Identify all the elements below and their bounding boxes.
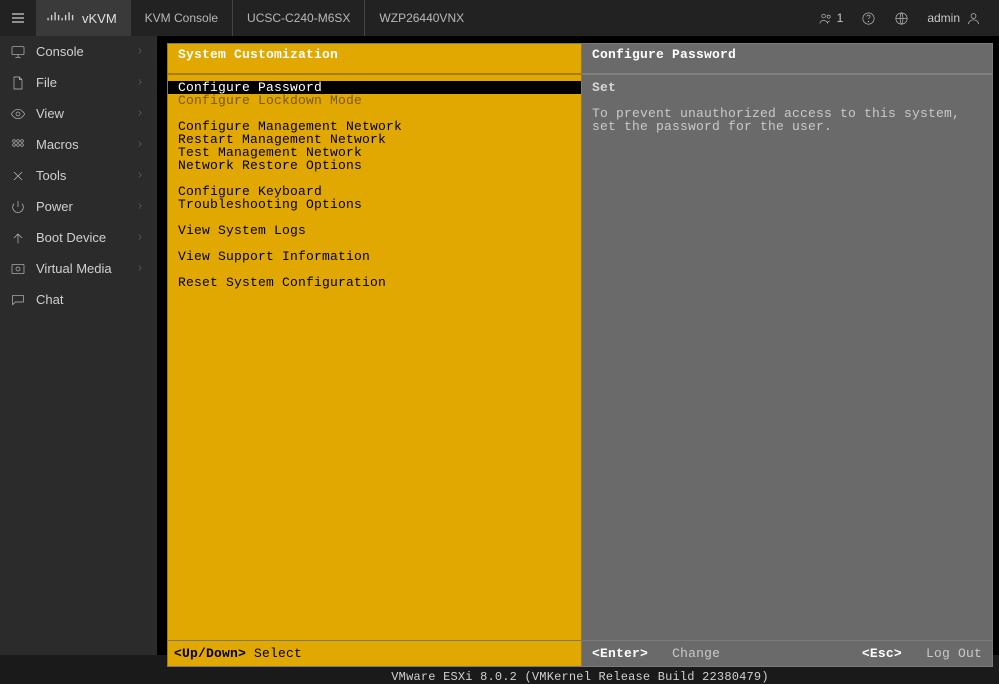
- chevron-right-icon: [135, 199, 145, 214]
- dcui-menu-item[interactable]: Network Restore Options: [168, 159, 581, 172]
- tools-icon: [10, 168, 26, 184]
- menu-toggle-button[interactable]: [0, 0, 36, 36]
- connected-users-button[interactable]: 1: [818, 11, 844, 26]
- breadcrumb-item[interactable]: WZP26440VNX: [365, 0, 478, 36]
- help-icon: [861, 11, 876, 26]
- sidebar-item-chat[interactable]: Chat: [0, 284, 157, 315]
- chat-icon: [10, 292, 26, 308]
- dcui-statusbar: VMware ESXi 8.0.2 (VMKernel Release Buil…: [167, 667, 993, 684]
- dcui-left-pane: System Customization Configure PasswordC…: [167, 43, 581, 641]
- sidebar-item-macros[interactable]: Macros: [0, 129, 157, 160]
- grid-icon: [10, 137, 26, 153]
- dcui-menu-item[interactable]: View System Logs: [168, 224, 581, 237]
- sidebar-item-tools[interactable]: Tools: [0, 160, 157, 191]
- sidebar-item-label: Macros: [36, 137, 79, 152]
- chevron-right-icon: [135, 230, 145, 245]
- header-bar: vKVM KVM Console UCSC-C240-M6SX WZP26440…: [0, 0, 999, 36]
- product-name: vKVM: [82, 11, 117, 26]
- help-button[interactable]: [861, 11, 876, 26]
- sidebar-item-console[interactable]: Console: [0, 36, 157, 67]
- sidebar-item-label: Boot Device: [36, 230, 106, 245]
- dcui-footer-left: <Up/Down> Select: [167, 641, 581, 667]
- breadcrumb: KVM Console UCSC-C240-M6SX WZP26440VNX: [131, 0, 478, 36]
- disc-icon: [10, 261, 26, 277]
- sidebar-item-power[interactable]: Power: [0, 191, 157, 222]
- key-esc-label: Log Out: [926, 646, 982, 661]
- dcui-screen: System Customization Configure PasswordC…: [167, 43, 993, 683]
- user-icon: [966, 11, 981, 26]
- arrow-up-icon: [10, 230, 26, 246]
- dcui-left-title: System Customization: [168, 44, 581, 75]
- sidebar-item-virtual-media[interactable]: Virtual Media: [0, 253, 157, 284]
- user-menu[interactable]: admin: [927, 11, 981, 26]
- chevron-right-icon: [135, 168, 145, 183]
- sidebar-item-boot-device[interactable]: Boot Device: [0, 222, 157, 253]
- dcui-menu-item[interactable]: Configure Lockdown Mode: [168, 94, 581, 107]
- sidebar-item-label: Power: [36, 199, 73, 214]
- file-icon: [10, 75, 26, 91]
- chevron-right-icon: [135, 106, 145, 121]
- header-right: 1 admin: [818, 0, 999, 36]
- sidebar-item-label: Chat: [36, 292, 63, 307]
- hamburger-icon: [10, 10, 26, 26]
- users-count: 1: [837, 11, 844, 25]
- kvm-console-viewport[interactable]: System Customization Configure PasswordC…: [157, 36, 999, 655]
- breadcrumb-item[interactable]: KVM Console: [131, 0, 233, 36]
- brand-block: vKVM: [36, 0, 131, 36]
- key-updown-label: Select: [254, 647, 302, 660]
- chevron-right-icon: [135, 137, 145, 152]
- dcui-menu-item[interactable]: Troubleshooting Options: [168, 198, 581, 211]
- sidebar-item-label: Console: [36, 44, 84, 59]
- sidebar-item-file[interactable]: File: [0, 67, 157, 98]
- dcui-footer-right: <Enter> Change <Esc> Log Out: [581, 641, 993, 667]
- sidebar-item-view[interactable]: View: [0, 98, 157, 129]
- power-icon: [10, 199, 26, 215]
- key-enter: <Enter>: [592, 646, 648, 661]
- chevron-right-icon: [135, 261, 145, 276]
- language-button[interactable]: [894, 11, 909, 26]
- sidebar-item-label: Virtual Media: [36, 261, 112, 276]
- key-enter-label: Change: [672, 646, 720, 661]
- monitor-icon: [10, 44, 26, 60]
- users-icon: [818, 11, 833, 26]
- key-updown: <Up/Down>: [174, 647, 246, 660]
- sidebar: Console File View Macros Tools: [0, 36, 157, 655]
- dcui-right-description: To prevent unauthorized access to this s…: [592, 107, 982, 133]
- dcui-right-pane: Configure Password Set To prevent unauth…: [581, 43, 993, 641]
- breadcrumb-item[interactable]: UCSC-C240-M6SX: [233, 0, 365, 36]
- key-esc: <Esc>: [862, 646, 902, 661]
- dcui-menu-item[interactable]: Reset System Configuration: [168, 276, 581, 289]
- chevron-right-icon: [135, 44, 145, 59]
- sidebar-item-label: Tools: [36, 168, 66, 183]
- dcui-footer: <Up/Down> Select <Enter> Change <Esc> Lo…: [167, 641, 993, 667]
- sidebar-item-label: File: [36, 75, 57, 90]
- dcui-menu-item[interactable]: View Support Information: [168, 250, 581, 263]
- dcui-right-title: Configure Password: [582, 44, 992, 75]
- user-label: admin: [927, 11, 960, 25]
- dcui-menu[interactable]: Configure PasswordConfigure Lockdown Mod…: [168, 75, 581, 640]
- eye-icon: [10, 106, 26, 122]
- cisco-logo-icon: [46, 10, 74, 27]
- sidebar-item-label: View: [36, 106, 64, 121]
- chevron-right-icon: [135, 75, 145, 90]
- dcui-right-subhead: Set: [592, 81, 982, 94]
- globe-icon: [894, 11, 909, 26]
